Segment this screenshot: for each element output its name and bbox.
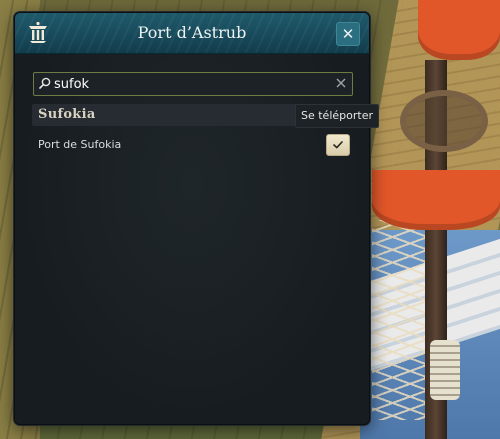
dialog-title: Port d’Astrub: [137, 23, 247, 42]
search-input[interactable]: [54, 73, 324, 95]
destination-label: Port de Sufokia: [38, 138, 122, 151]
dialog-title-bar[interactable]: Port d’Astrub ✕: [15, 13, 369, 54]
teleport-dialog: Port d’Astrub ✕ Sufokia Port de Sufokia: [14, 12, 370, 425]
crows-nest: [400, 90, 488, 152]
close-button[interactable]: ✕: [336, 22, 360, 46]
list-item[interactable]: Port de Sufokia: [32, 132, 352, 158]
clear-icon[interactable]: [334, 76, 348, 90]
sail-middle: [372, 170, 500, 230]
rope-coil: [430, 340, 460, 400]
sail-top: [418, 0, 500, 60]
teleport-tooltip: Se téléporter: [295, 104, 379, 128]
search-box[interactable]: [33, 72, 353, 96]
close-icon: ✕: [341, 25, 355, 43]
teleport-button[interactable]: [326, 134, 350, 156]
group-title: Sufokia: [38, 107, 96, 122]
search-icon: [39, 77, 51, 89]
checkmark-icon: [333, 141, 343, 149]
